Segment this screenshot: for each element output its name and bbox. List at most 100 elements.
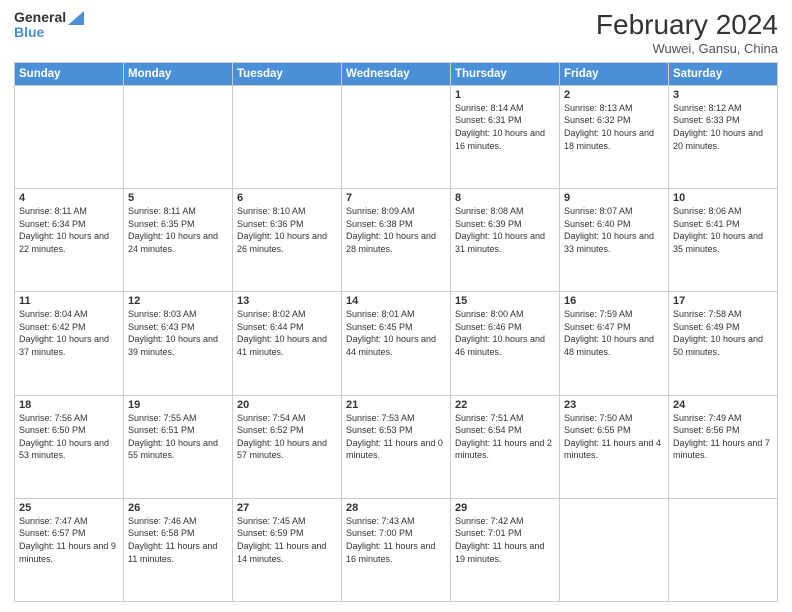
day-info: Sunrise: 7:59 AM Sunset: 6:47 PM Dayligh… [564,308,664,358]
day-info: Sunrise: 8:14 AM Sunset: 6:31 PM Dayligh… [455,102,555,152]
day-number: 13 [237,295,337,307]
day-info: Sunrise: 8:04 AM Sunset: 6:42 PM Dayligh… [19,308,119,358]
week-row-2: 11Sunrise: 8:04 AM Sunset: 6:42 PM Dayli… [15,292,778,395]
header: General Blue February 2024 Wuwei, Gansu,… [14,10,778,56]
day-info: Sunrise: 8:06 AM Sunset: 6:41 PM Dayligh… [673,205,773,255]
day-info: Sunrise: 8:09 AM Sunset: 6:38 PM Dayligh… [346,205,446,255]
day-number: 5 [128,192,228,204]
day-cell: 25Sunrise: 7:47 AM Sunset: 6:57 PM Dayli… [15,498,124,601]
logo-arrow-icon [68,11,84,25]
logo-blue: Blue [14,25,84,40]
day-info: Sunrise: 8:08 AM Sunset: 6:39 PM Dayligh… [455,205,555,255]
header-row: Sunday Monday Tuesday Wednesday Thursday… [15,62,778,85]
day-info: Sunrise: 8:11 AM Sunset: 6:35 PM Dayligh… [128,205,228,255]
col-wednesday: Wednesday [342,62,451,85]
day-cell: 7Sunrise: 8:09 AM Sunset: 6:38 PM Daylig… [342,189,451,292]
day-number: 18 [19,399,119,411]
day-info: Sunrise: 7:54 AM Sunset: 6:52 PM Dayligh… [237,412,337,462]
day-number: 28 [346,502,446,514]
day-info: Sunrise: 8:02 AM Sunset: 6:44 PM Dayligh… [237,308,337,358]
day-number: 14 [346,295,446,307]
day-cell: 19Sunrise: 7:55 AM Sunset: 6:51 PM Dayli… [124,395,233,498]
day-info: Sunrise: 8:13 AM Sunset: 6:32 PM Dayligh… [564,102,664,152]
day-cell: 11Sunrise: 8:04 AM Sunset: 6:42 PM Dayli… [15,292,124,395]
day-info: Sunrise: 7:56 AM Sunset: 6:50 PM Dayligh… [19,412,119,462]
day-number: 19 [128,399,228,411]
day-info: Sunrise: 8:11 AM Sunset: 6:34 PM Dayligh… [19,205,119,255]
day-number: 26 [128,502,228,514]
col-tuesday: Tuesday [233,62,342,85]
day-cell: 9Sunrise: 8:07 AM Sunset: 6:40 PM Daylig… [560,189,669,292]
day-number: 8 [455,192,555,204]
day-cell: 29Sunrise: 7:42 AM Sunset: 7:01 PM Dayli… [451,498,560,601]
col-thursday: Thursday [451,62,560,85]
day-cell: 10Sunrise: 8:06 AM Sunset: 6:41 PM Dayli… [669,189,778,292]
day-cell: 27Sunrise: 7:45 AM Sunset: 6:59 PM Dayli… [233,498,342,601]
day-cell: 17Sunrise: 7:58 AM Sunset: 6:49 PM Dayli… [669,292,778,395]
title-block: February 2024 Wuwei, Gansu, China [596,10,778,56]
day-cell: 21Sunrise: 7:53 AM Sunset: 6:53 PM Dayli… [342,395,451,498]
day-info: Sunrise: 8:01 AM Sunset: 6:45 PM Dayligh… [346,308,446,358]
day-number: 20 [237,399,337,411]
day-info: Sunrise: 7:45 AM Sunset: 6:59 PM Dayligh… [237,515,337,565]
day-number: 7 [346,192,446,204]
day-number: 12 [128,295,228,307]
day-cell [233,85,342,188]
day-info: Sunrise: 7:51 AM Sunset: 6:54 PM Dayligh… [455,412,555,462]
day-info: Sunrise: 7:42 AM Sunset: 7:01 PM Dayligh… [455,515,555,565]
day-cell: 18Sunrise: 7:56 AM Sunset: 6:50 PM Dayli… [15,395,124,498]
day-info: Sunrise: 8:10 AM Sunset: 6:36 PM Dayligh… [237,205,337,255]
week-row-4: 25Sunrise: 7:47 AM Sunset: 6:57 PM Dayli… [15,498,778,601]
day-info: Sunrise: 7:55 AM Sunset: 6:51 PM Dayligh… [128,412,228,462]
logo-container: General Blue [14,10,84,41]
day-number: 17 [673,295,773,307]
day-cell: 4Sunrise: 8:11 AM Sunset: 6:34 PM Daylig… [15,189,124,292]
page: General Blue February 2024 Wuwei, Gansu,… [0,0,792,612]
day-info: Sunrise: 8:03 AM Sunset: 6:43 PM Dayligh… [128,308,228,358]
day-number: 1 [455,89,555,101]
day-cell: 22Sunrise: 7:51 AM Sunset: 6:54 PM Dayli… [451,395,560,498]
day-cell [15,85,124,188]
col-monday: Monday [124,62,233,85]
day-number: 23 [564,399,664,411]
day-cell: 24Sunrise: 7:49 AM Sunset: 6:56 PM Dayli… [669,395,778,498]
day-cell: 23Sunrise: 7:50 AM Sunset: 6:55 PM Dayli… [560,395,669,498]
col-saturday: Saturday [669,62,778,85]
calendar-title: February 2024 [596,10,778,41]
logo: General Blue [14,10,84,41]
day-info: Sunrise: 7:50 AM Sunset: 6:55 PM Dayligh… [564,412,664,462]
day-number: 9 [564,192,664,204]
day-cell: 20Sunrise: 7:54 AM Sunset: 6:52 PM Dayli… [233,395,342,498]
day-cell: 28Sunrise: 7:43 AM Sunset: 7:00 PM Dayli… [342,498,451,601]
day-cell [124,85,233,188]
day-info: Sunrise: 8:07 AM Sunset: 6:40 PM Dayligh… [564,205,664,255]
calendar-body: 1Sunrise: 8:14 AM Sunset: 6:31 PM Daylig… [15,85,778,601]
day-number: 24 [673,399,773,411]
day-info: Sunrise: 7:47 AM Sunset: 6:57 PM Dayligh… [19,515,119,565]
calendar-subtitle: Wuwei, Gansu, China [596,41,778,56]
day-cell: 3Sunrise: 8:12 AM Sunset: 6:33 PM Daylig… [669,85,778,188]
day-cell: 14Sunrise: 8:01 AM Sunset: 6:45 PM Dayli… [342,292,451,395]
day-cell: 8Sunrise: 8:08 AM Sunset: 6:39 PM Daylig… [451,189,560,292]
day-number: 22 [455,399,555,411]
day-cell: 15Sunrise: 8:00 AM Sunset: 6:46 PM Dayli… [451,292,560,395]
day-cell [560,498,669,601]
day-cell [342,85,451,188]
day-info: Sunrise: 7:53 AM Sunset: 6:53 PM Dayligh… [346,412,446,462]
day-number: 16 [564,295,664,307]
day-info: Sunrise: 7:46 AM Sunset: 6:58 PM Dayligh… [128,515,228,565]
day-cell: 5Sunrise: 8:11 AM Sunset: 6:35 PM Daylig… [124,189,233,292]
day-number: 27 [237,502,337,514]
col-sunday: Sunday [15,62,124,85]
week-row-1: 4Sunrise: 8:11 AM Sunset: 6:34 PM Daylig… [15,189,778,292]
calendar-table: Sunday Monday Tuesday Wednesday Thursday… [14,62,778,602]
week-row-0: 1Sunrise: 8:14 AM Sunset: 6:31 PM Daylig… [15,85,778,188]
col-friday: Friday [560,62,669,85]
day-info: Sunrise: 7:43 AM Sunset: 7:00 PM Dayligh… [346,515,446,565]
day-cell: 2Sunrise: 8:13 AM Sunset: 6:32 PM Daylig… [560,85,669,188]
day-number: 15 [455,295,555,307]
day-cell: 26Sunrise: 7:46 AM Sunset: 6:58 PM Dayli… [124,498,233,601]
day-number: 3 [673,89,773,101]
day-info: Sunrise: 7:49 AM Sunset: 6:56 PM Dayligh… [673,412,773,462]
day-cell: 13Sunrise: 8:02 AM Sunset: 6:44 PM Dayli… [233,292,342,395]
